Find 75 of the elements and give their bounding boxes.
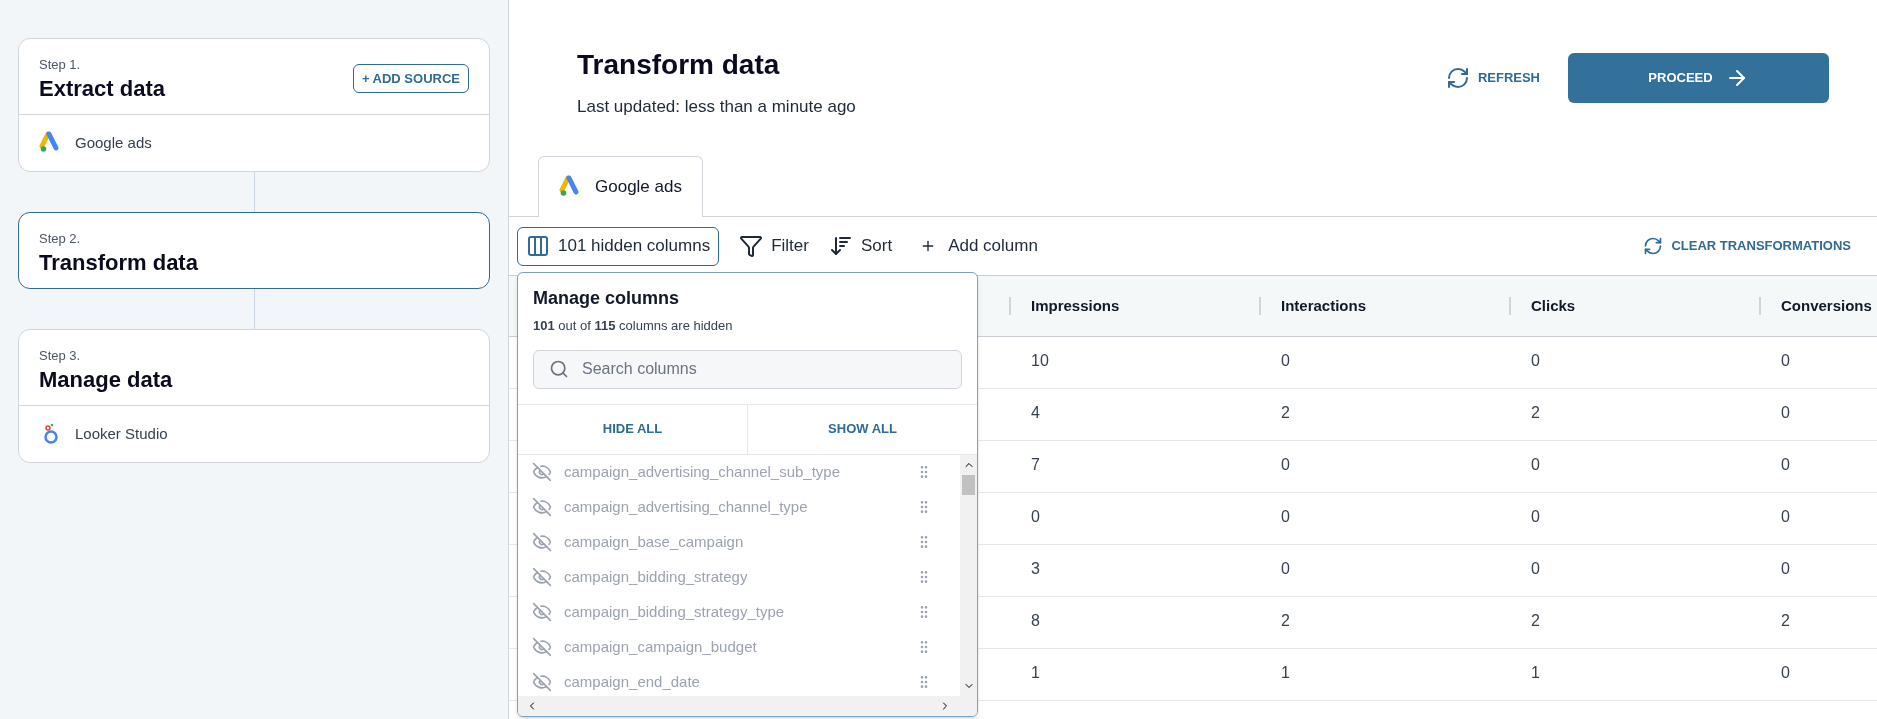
proceed-button[interactable]: PROCEED	[1568, 53, 1829, 103]
table-cell: 1	[1281, 664, 1290, 681]
step-number: Step 3.	[39, 347, 82, 365]
table-cell: 0	[1781, 456, 1790, 473]
table-cell: 0	[1781, 560, 1790, 577]
table-cell: 7	[1031, 456, 1040, 473]
last-updated-text: Last updated: less than a minute ago	[577, 96, 856, 118]
column-name: campaign_bidding_strategy_type	[564, 601, 786, 622]
panel-title: Manage columns	[533, 287, 681, 310]
source-label: Looker Studio	[75, 423, 168, 444]
table-cell: 2	[1781, 612, 1790, 629]
page-title: Transform data	[577, 48, 781, 82]
table-cell: 0	[1281, 508, 1290, 525]
column-name: campaign_advertising_channel_type	[564, 496, 809, 517]
columns-icon	[526, 234, 550, 258]
step-number: Step 1.	[39, 56, 82, 74]
column-name: campaign_bidding_strategy	[564, 566, 749, 587]
table-cell: 10	[1031, 352, 1049, 369]
column-header: Impressions	[1031, 295, 1120, 316]
column-header: Clicks	[1531, 295, 1576, 316]
table-cell: 0	[1531, 352, 1540, 369]
table-cell: 2	[1281, 404, 1290, 421]
hidden-count-text: 101 out of 115 columns are hidden	[533, 317, 734, 335]
column-header: Conversions	[1781, 295, 1872, 316]
search-field[interactable]: Search columns	[533, 349, 962, 389]
clear-transformations-button[interactable]: CLEAR TRANSFORMATIONS	[1643, 236, 1851, 256]
source-tab[interactable]: Google ads	[538, 156, 703, 217]
step-card[interactable]: Step 1. Extract data + ADD SOURCE Google ads	[18, 38, 490, 172]
table-cell: 0	[1781, 508, 1790, 525]
filter-button[interactable]: Filter	[739, 233, 809, 259]
show-all-button[interactable]: SHOW ALL	[748, 404, 977, 454]
table-cell: 1	[1531, 664, 1540, 681]
vertical-scrollbar[interactable]	[960, 454, 977, 696]
add-column-button[interactable]: Add column	[920, 233, 1038, 259]
table-cell: 2	[1281, 612, 1290, 629]
table-cell: 2	[1531, 404, 1540, 421]
table-cell: 3	[1031, 560, 1040, 577]
step-card[interactable]: Step 3. Manage data Looker Studio	[18, 329, 490, 463]
table-cell: 4	[1031, 404, 1040, 421]
refresh-icon	[1643, 236, 1664, 256]
add-source-button[interactable]: + ADD SOURCE	[352, 63, 469, 94]
column-name: campaign_end_date	[564, 671, 701, 692]
hide-all-button[interactable]: HIDE ALL	[518, 404, 748, 454]
column-name: campaign_campaign_budget	[564, 636, 758, 657]
table-cell: 0	[1781, 664, 1790, 681]
step-title: Manage data	[39, 365, 173, 393]
column-name: campaign_base_campaign	[564, 531, 745, 552]
table-cell: 0	[1781, 404, 1790, 421]
refresh-icon	[1445, 66, 1470, 90]
table-cell: 0	[1031, 508, 1040, 525]
table-cell: 0	[1531, 560, 1540, 577]
column-name: campaign_advertising_channel_sub_type	[564, 461, 842, 482]
table-cell: 0	[1281, 456, 1290, 473]
source-label: Google ads	[75, 132, 152, 153]
table-cell: 0	[1781, 352, 1790, 369]
table-cell: 0	[1281, 352, 1290, 369]
step-card[interactable]: Step 2. Transform data	[18, 212, 490, 289]
sort-button[interactable]: Sort	[828, 233, 893, 259]
column-header: Interactions	[1281, 295, 1367, 316]
search-icon	[549, 358, 569, 379]
step-number: Step 2.	[39, 230, 82, 248]
table-cell: 0	[1281, 560, 1290, 577]
filter-icon	[739, 234, 764, 258]
table-cell: 2	[1531, 612, 1540, 629]
step-title: Extract data	[39, 74, 165, 102]
table-cell: 0	[1531, 456, 1540, 473]
step-title: Transform data	[39, 248, 198, 276]
table-cell: 8	[1031, 612, 1040, 629]
table-cell: 1	[1031, 664, 1040, 681]
hidden-columns-button[interactable]: 101 hidden columns	[517, 226, 720, 266]
refresh-button[interactable]: REFRESH	[1437, 58, 1548, 98]
sort-icon	[828, 234, 853, 258]
table-cell: 0	[1531, 508, 1540, 525]
horizontal-scrollbar[interactable]	[518, 696, 977, 716]
scrollbar-thumb[interactable]	[962, 474, 975, 495]
